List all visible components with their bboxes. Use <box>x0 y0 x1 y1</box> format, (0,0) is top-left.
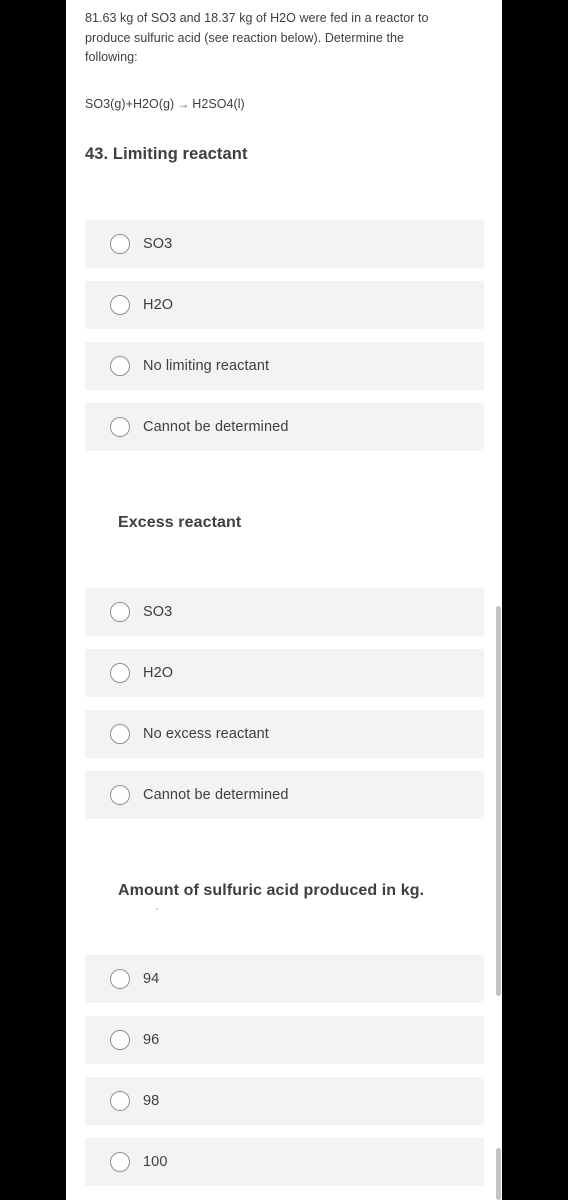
radio-button-icon[interactable] <box>110 1152 130 1172</box>
question-2-heading: Excess reactant <box>118 514 242 531</box>
reaction-equation: SO3(g)+H2O(g) → H2SO4(l) <box>85 95 245 113</box>
option-label: H2O <box>143 297 174 313</box>
equation-reactants: SO3(g)+H2O(g) <box>85 97 175 111</box>
radio-button-icon[interactable] <box>110 295 130 315</box>
option-label: 98 <box>143 1093 160 1109</box>
radio-button-icon[interactable] <box>110 356 130 376</box>
option-label: 96 <box>143 1032 160 1048</box>
reaction-arrow-icon: → <box>177 97 190 111</box>
artifact-dot-icon <box>156 908 158 910</box>
question-2-option-2[interactable]: H2O <box>85 649 484 697</box>
problem-statement: 81.63 kg of SO3 and 18.37 kg of H2O were… <box>85 11 429 64</box>
radio-button-icon[interactable] <box>110 602 130 622</box>
question-3-option-3[interactable]: 98 <box>85 1077 484 1125</box>
question-3-option-1[interactable]: 94 <box>85 955 484 1003</box>
option-label: Cannot be determined <box>143 419 289 435</box>
option-label: No excess reactant <box>143 726 269 742</box>
radio-button-icon[interactable] <box>110 417 130 437</box>
option-label: H2O <box>143 665 174 681</box>
screen: 81.63 kg of SO3 and 18.37 kg of H2O were… <box>0 0 568 1200</box>
scrollbar-thumb-lower[interactable] <box>496 1148 501 1200</box>
question-1-option-2[interactable]: H2O <box>85 281 484 329</box>
question-1-option-4[interactable]: Cannot be determined <box>85 403 484 451</box>
question-3-option-2[interactable]: 96 <box>85 1016 484 1064</box>
radio-button-icon[interactable] <box>110 1030 130 1050</box>
question-1-heading: 43. Limiting reactant <box>85 145 248 163</box>
radio-button-icon[interactable] <box>110 1091 130 1111</box>
radio-button-icon[interactable] <box>110 663 130 683</box>
question-3-option-4[interactable]: 100 <box>85 1138 484 1186</box>
question-3-heading: Amount of sulfuric acid produced in kg. <box>118 882 425 899</box>
option-label: No limiting reactant <box>143 358 270 374</box>
question-1-option-3[interactable]: No limiting reactant <box>85 342 484 390</box>
radio-button-icon[interactable] <box>110 785 130 805</box>
radio-button-icon[interactable] <box>110 234 130 254</box>
option-label: 100 <box>143 1154 168 1170</box>
quiz-page: 81.63 kg of SO3 and 18.37 kg of H2O were… <box>66 0 502 1200</box>
scrollbar-thumb[interactable] <box>496 606 501 996</box>
equation-products: H2SO4(l) <box>192 97 245 111</box>
option-label: Cannot be determined <box>143 787 289 803</box>
question-1-option-1[interactable]: SO3 <box>85 220 484 268</box>
option-label: SO3 <box>143 236 173 252</box>
question-2-option-3[interactable]: No excess reactant <box>85 710 484 758</box>
question-2-option-4[interactable]: Cannot be determined <box>85 771 484 819</box>
question-2-option-1[interactable]: SO3 <box>85 588 484 636</box>
option-label: SO3 <box>143 604 173 620</box>
radio-button-icon[interactable] <box>110 969 130 989</box>
radio-button-icon[interactable] <box>110 724 130 744</box>
option-label: 94 <box>143 971 160 987</box>
